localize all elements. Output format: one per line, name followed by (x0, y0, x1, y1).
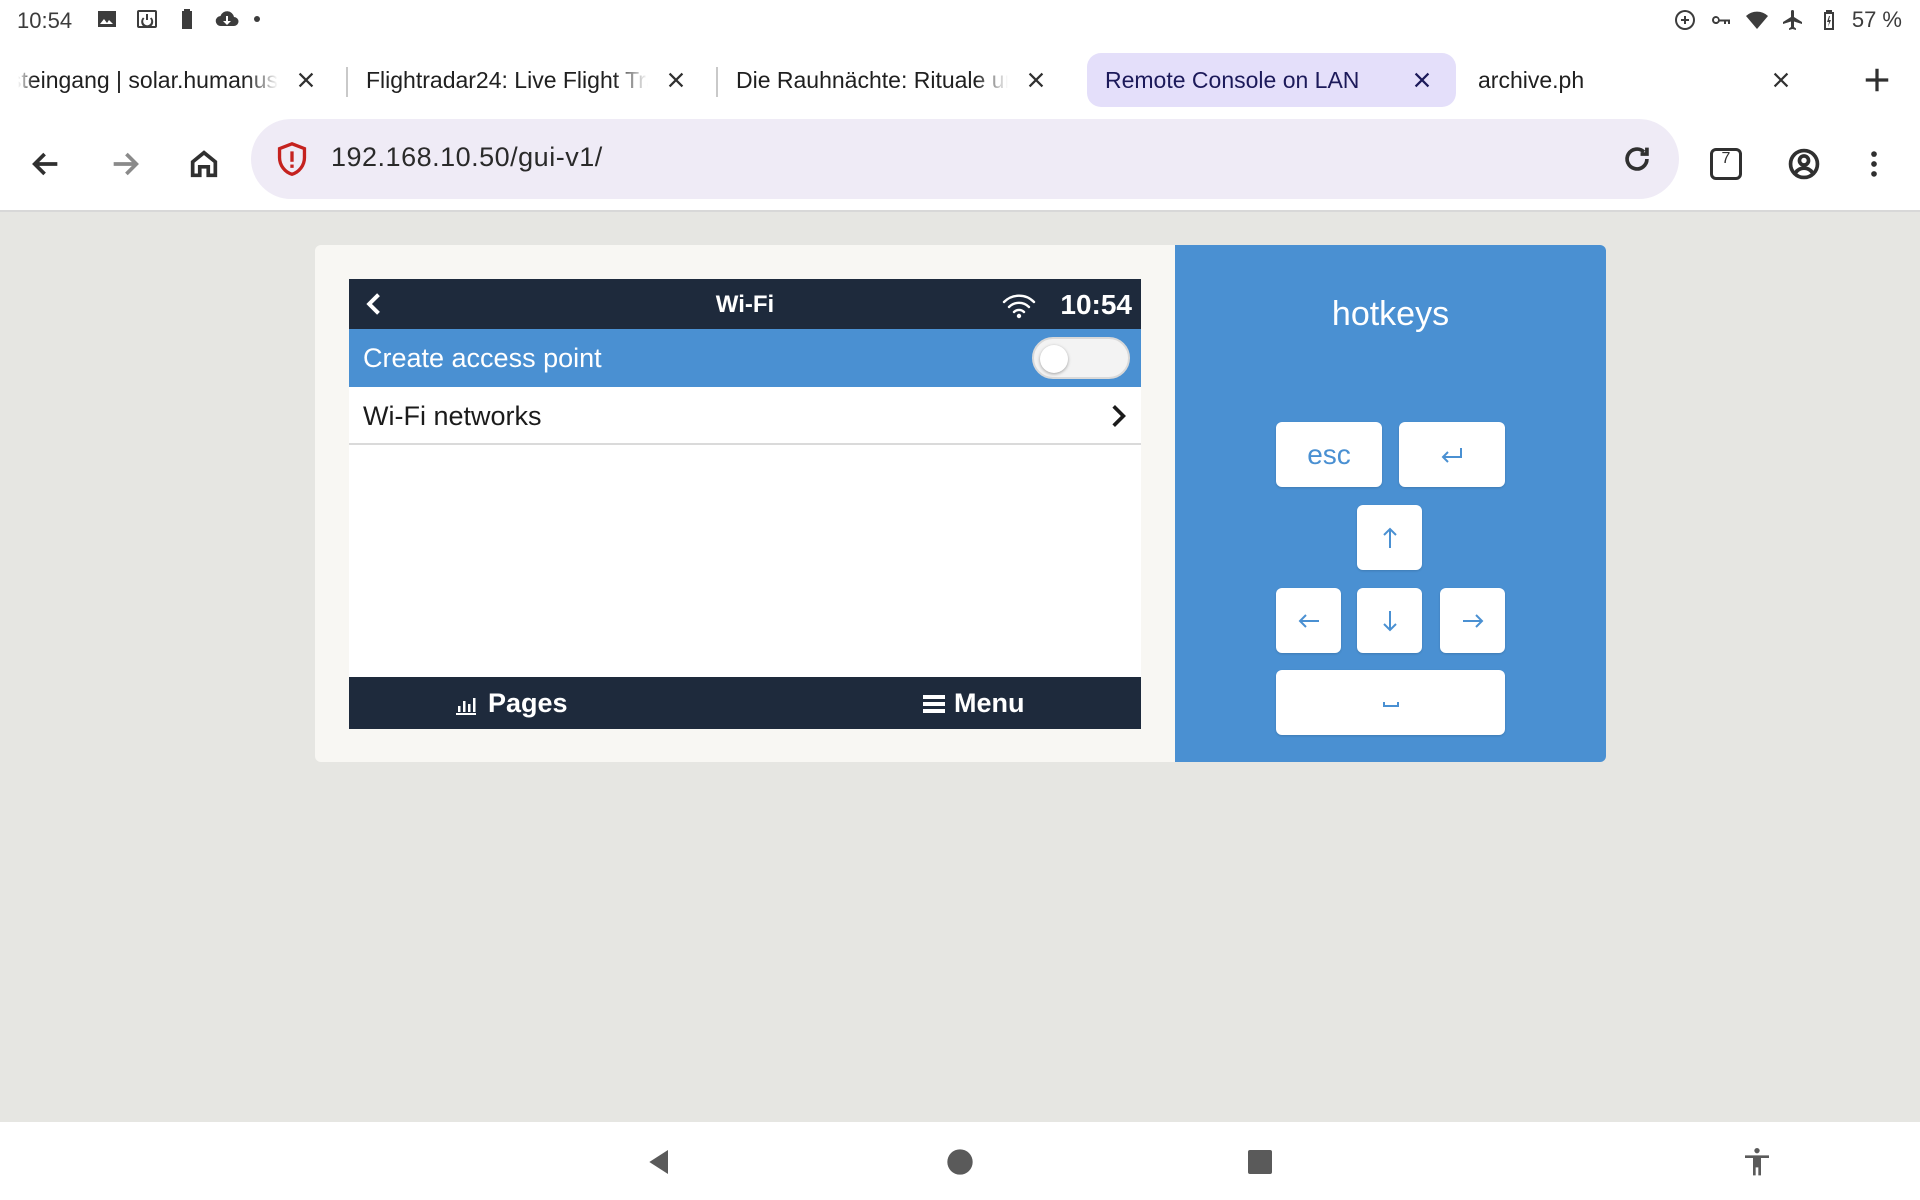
tab-posteingang[interactable]: Posteingang | solar.humanus (0, 53, 340, 107)
pages-button[interactable]: Pages (454, 688, 568, 719)
more-vert-icon (1871, 151, 1877, 177)
home-button[interactable] (178, 138, 230, 190)
battery-saver-icon (174, 6, 200, 32)
console-header: Wi-Fi 10:54 (349, 279, 1141, 329)
space-key[interactable] (1276, 670, 1505, 735)
url-text[interactable]: 192.168.10.50/gui-v1/ (331, 142, 603, 173)
battery-charging-icon (1816, 7, 1842, 33)
more-options-button[interactable] (1848, 138, 1900, 190)
close-icon[interactable] (1406, 64, 1438, 96)
account-button[interactable] (1778, 138, 1830, 190)
wifi-networks-label: Wi-Fi networks (363, 401, 542, 431)
access-point-toggle[interactable] (1032, 337, 1130, 379)
battery-percentage: 57 % (1851, 7, 1902, 32)
enter-icon (1441, 447, 1462, 463)
tab-remote-console[interactable]: Remote Console on LAN (1087, 53, 1456, 107)
tab-count: 7 (1721, 150, 1731, 167)
wifi-icon (1744, 7, 1770, 33)
plus-icon (1865, 68, 1889, 92)
create-access-point-row[interactable]: Create access point (349, 329, 1141, 387)
tab-title: Die Rauhnächte: Rituale und (736, 66, 1008, 93)
menu-label: Menu (954, 688, 1025, 718)
tab-flightradar[interactable]: Flightradar24: Live Flight Tracker (348, 53, 710, 107)
wifi-networks-row[interactable]: Wi-Fi networks (349, 387, 1141, 445)
square-recents-icon (1248, 1150, 1272, 1174)
hotkeys-panel: hotkeys esc (1175, 245, 1606, 762)
close-icon[interactable] (1765, 64, 1797, 96)
enter-key[interactable] (1399, 422, 1505, 487)
down-key[interactable] (1357, 588, 1422, 653)
account-circle-icon (1788, 148, 1820, 180)
up-key[interactable] (1357, 505, 1422, 570)
esc-key[interactable]: esc (1276, 422, 1382, 487)
nav-home-button[interactable] (940, 1142, 980, 1182)
console-screen[interactable]: Wi-Fi 10:54 Create access point Wi-Fi ne… (349, 279, 1141, 729)
accessibility-icon (1745, 1148, 1769, 1176)
arrow-left-icon (1298, 613, 1319, 628)
triangle-back-icon (649, 1150, 668, 1174)
system-navigation-bar (0, 1122, 1920, 1200)
toggle-knob (1040, 345, 1068, 373)
left-key[interactable] (1276, 588, 1341, 653)
close-icon[interactable] (1020, 64, 1052, 96)
tab-switcher-button[interactable]: 7 (1704, 142, 1748, 186)
status-right-icons: 57 % (1672, 7, 1902, 33)
arrow-right-icon (1462, 613, 1483, 628)
tab-title: Posteingang | solar.humanus (18, 66, 278, 93)
space-icon (1382, 701, 1399, 707)
new-tab-button[interactable] (1855, 58, 1899, 102)
power-cycle-icon (134, 6, 160, 32)
tab-title: archive.ph (1478, 66, 1585, 93)
right-key[interactable] (1440, 588, 1505, 653)
arrow-down-icon (1382, 610, 1397, 631)
status-time: 10:54 (17, 8, 73, 33)
wifi-signal-icon (1002, 294, 1036, 319)
browser-toolbar: 192.168.10.50/gui-v1/ 7 (0, 118, 1920, 212)
arrow-back-icon (32, 152, 58, 176)
menu-button[interactable]: Menu (922, 688, 1025, 719)
tab-archive[interactable]: archive.ph (1460, 53, 1815, 107)
arrow-up-icon (1382, 527, 1397, 548)
console-clock: 10:54 (1060, 289, 1132, 320)
close-icon[interactable] (660, 64, 692, 96)
tab-rauhnaechte[interactable]: Die Rauhnächte: Rituale und (718, 53, 1070, 107)
back-button[interactable] (20, 138, 72, 190)
remote-console-frame: Wi-Fi 10:54 Create access point Wi-Fi ne… (315, 245, 1175, 762)
pages-label: Pages (488, 688, 568, 718)
data-saver-icon (1672, 7, 1698, 33)
dot-icon (254, 16, 260, 22)
console-footer: Pages Menu (349, 677, 1141, 729)
forward-button[interactable] (99, 138, 151, 190)
create-access-point-label: Create access point (363, 343, 602, 373)
tab-title: Remote Console on LAN (1105, 66, 1360, 93)
tab-title: Flightradar24: Live Flight Tracker (366, 66, 648, 93)
arrow-forward-icon (113, 152, 139, 176)
vpn-key-icon (1708, 7, 1734, 33)
close-icon[interactable] (290, 64, 322, 96)
reload-icon (1625, 147, 1649, 171)
reload-button[interactable] (1615, 137, 1659, 181)
tab-strip: Posteingang | solar.humanus Flightradar2… (0, 40, 1920, 118)
esc-key-label: esc (1307, 438, 1351, 470)
hotkeys-title: hotkeys (1331, 295, 1450, 333)
nav-recents-button[interactable] (1240, 1142, 1280, 1182)
status-left-icons (94, 6, 260, 32)
circle-home-icon (947, 1149, 973, 1175)
bar-chart-icon (456, 697, 476, 715)
image-icon (94, 6, 120, 32)
home-icon (190, 150, 218, 178)
accessibility-button[interactable] (1737, 1142, 1777, 1182)
hamburger-menu-icon (923, 694, 945, 713)
nav-back-button[interactable] (640, 1142, 680, 1182)
cloud-download-icon (214, 6, 240, 32)
chevron-right-icon (1105, 402, 1131, 430)
airplane-icon (1780, 7, 1806, 33)
not-secure-shield-icon[interactable] (275, 141, 309, 177)
status-bar: 10:54 57 % (0, 0, 1920, 40)
address-bar[interactable]: 192.168.10.50/gui-v1/ (251, 119, 1679, 199)
